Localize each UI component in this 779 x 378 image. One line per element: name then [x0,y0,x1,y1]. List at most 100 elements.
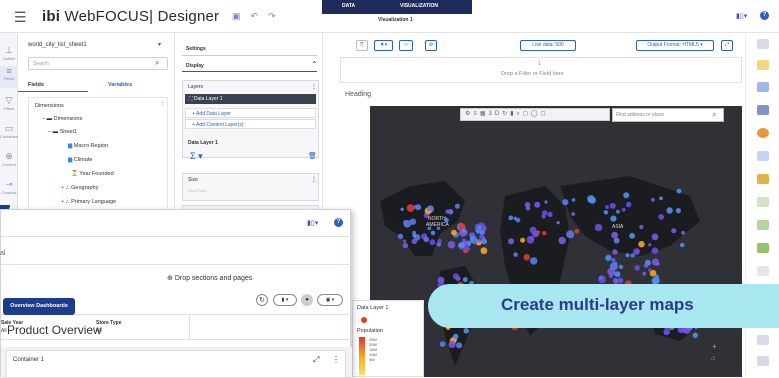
map-point[interactable] [651,197,655,202]
map-point[interactable] [463,328,470,334]
rail-containers[interactable]: ▭ Containers [0,123,19,139]
map-point[interactable] [477,238,482,243]
map-point[interactable] [426,206,432,212]
map-point[interactable] [534,201,541,208]
map-point[interactable] [615,209,620,214]
treemap-icon[interactable] [757,243,769,253]
map-point[interactable] [454,203,460,209]
sum-icon[interactable]: Σ ▾ [190,151,203,162]
map-point[interactable] [609,262,618,271]
redo-icon[interactable]: ↷ [268,11,286,21]
grid-chart-icon[interactable] [757,266,769,276]
map-point[interactable] [513,216,517,220]
display-section[interactable]: Display [186,63,204,69]
field-year-founded[interactable]: ⌛ Year Founded [71,171,114,177]
map-point[interactable] [452,273,460,280]
live-data-button[interactable]: Live data: 500 [520,40,576,51]
tab-fields[interactable]: Fields [28,82,44,88]
map-point[interactable] [402,239,407,243]
field-climate[interactable]: ▆ Climate [68,157,92,163]
filter-drop-zone[interactable]: 1 Drop a Filter or Field here [340,57,742,83]
map-point[interactable] [520,237,526,243]
drop-sections-zone[interactable]: ⊕ Drop sections and pages [167,274,252,282]
map-point[interactable] [437,238,442,243]
search-icon[interactable]: ⌕ [155,58,159,68]
container-menu-icon[interactable]: ⋮ [332,355,340,364]
map-point[interactable] [529,226,537,234]
help-icon[interactable]: ? [760,11,769,20]
size-drop-zone[interactable]: Drop Field [188,188,206,193]
map-point[interactable] [610,215,617,222]
map-point[interactable] [611,231,618,239]
map-point[interactable] [542,231,547,236]
map-point[interactable] [629,232,635,239]
tree-node-sheet[interactable]: ‒ ▬ Sheet1 [48,129,77,135]
map-point[interactable] [530,236,534,240]
map-point[interactable] [445,209,450,214]
map-point[interactable] [558,236,566,245]
map-point[interactable] [400,207,404,211]
map-point[interactable] [547,211,553,218]
tree-node-dimensions[interactable]: ‒ ▬ Dimensions [42,116,82,122]
map-point[interactable] [676,188,682,194]
map-point[interactable] [594,223,603,232]
map-point[interactable] [633,248,640,256]
map-point[interactable] [671,228,677,234]
group-geography[interactable]: + ⛬ Geography [61,185,98,192]
map-point[interactable] [473,240,478,245]
map-point[interactable] [625,201,632,208]
map-search-input[interactable]: Find address or place [612,108,724,122]
map-point[interactable] [609,202,616,209]
map-point[interactable] [666,207,673,214]
field-search-input[interactable]: Search [28,57,168,70]
map-point[interactable] [447,240,456,249]
bookmark-menu[interactable]: ▮ ▾ [273,294,297,306]
map-point[interactable] [659,196,663,201]
map-point[interactable] [480,247,488,255]
map-point[interactable] [448,340,456,348]
map-point[interactable] [658,214,665,220]
map-point[interactable] [409,218,417,225]
home-icon[interactable]: ⌂ [711,355,715,362]
world-map[interactable]: NORTH AMERICA ASIA [370,106,742,377]
matrix-chart-icon[interactable] [757,220,769,230]
map-point[interactable] [639,224,644,230]
expand-icon[interactable]: ⤢ [313,355,319,365]
undo-icon[interactable]: ↶ [251,11,269,21]
map-point[interactable] [617,277,624,284]
area-chart-icon[interactable] [757,174,769,184]
hbar-chart-icon[interactable] [757,82,769,92]
tree-menu-icon[interactable]: ⋮ [160,101,166,107]
data-layer-item[interactable]: ⛶ Data Layer 1 [185,94,316,104]
table-chart-icon[interactable] [757,39,769,49]
map-point[interactable] [651,233,659,241]
map-point[interactable] [652,276,660,284]
map-point[interactable] [412,233,417,238]
map-point[interactable] [402,242,409,249]
map-point[interactable] [456,342,463,349]
canvas-heading[interactable]: Heading [345,91,371,98]
map-point[interactable] [618,264,624,269]
map-point[interactable] [397,233,404,239]
dataset-dropdown-icon[interactable]: ▾ [158,41,161,48]
map-point[interactable] [415,204,422,211]
output-format-select[interactable]: Output Format: HTML5 ▾ [636,40,714,51]
map-point[interactable] [461,228,466,233]
filter-sale-year-value[interactable]: All [1,328,7,334]
map-point[interactable] [451,229,457,236]
map-point[interactable] [651,247,659,254]
line-chart-icon[interactable] [757,151,769,161]
rail-outline[interactable]: ⊥ Outline [0,45,18,61]
map-point[interactable] [411,238,417,245]
map-point[interactable] [623,192,630,199]
map-point[interactable] [462,277,468,283]
map-point[interactable] [603,210,609,215]
map-point[interactable] [508,215,514,221]
group-primary-language[interactable]: + ⛬ Primary Language [61,199,116,206]
map-point[interactable] [430,230,436,236]
map-point[interactable] [513,252,518,257]
fullscreen-icon[interactable]: ⤢ [721,40,733,51]
map-point[interactable] [403,220,408,224]
layers-menu-icon[interactable]: ⋮ [311,83,317,90]
layout-toggle-icon[interactable]: ▮▯▾ [736,12,747,20]
